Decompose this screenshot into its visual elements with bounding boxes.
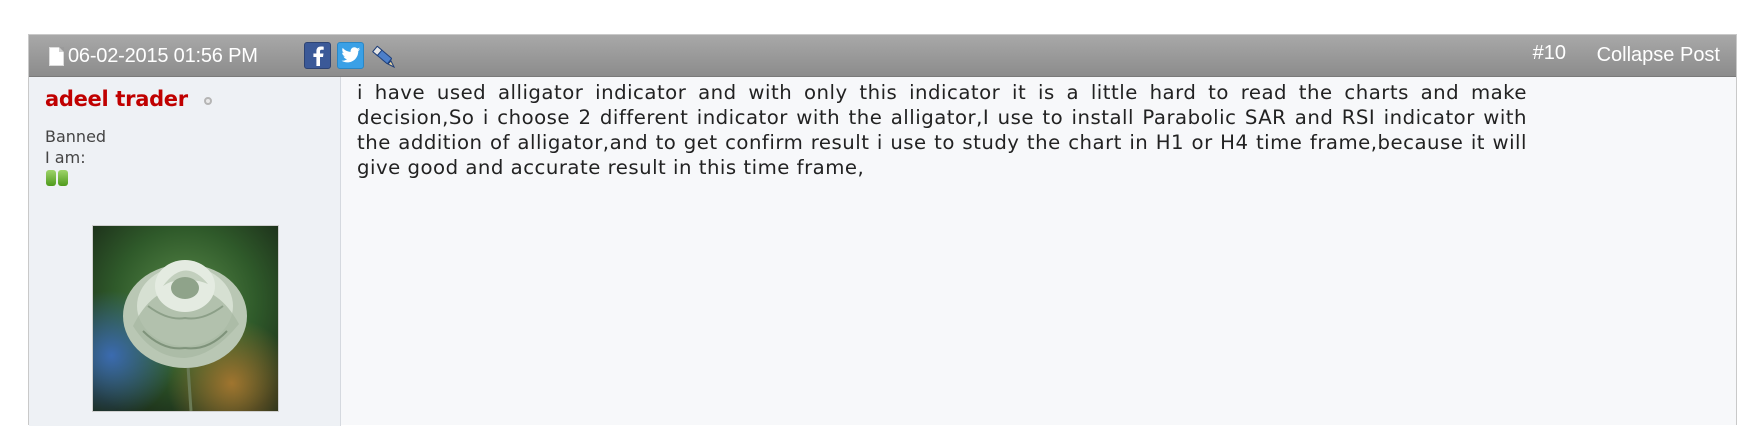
reputation-pip-icon bbox=[58, 170, 68, 186]
post-number-link[interactable]: #10 bbox=[1533, 42, 1566, 65]
user-info-panel: adeel trader Banned I am: bbox=[29, 77, 341, 426]
share-buttons bbox=[304, 42, 397, 69]
pencil-link-icon[interactable] bbox=[370, 42, 397, 69]
twitter-icon[interactable] bbox=[337, 42, 364, 69]
forum-post: 06-02-2015 01:56 PM #10 Collapse Post ad… bbox=[28, 34, 1737, 426]
reputation-bar bbox=[46, 170, 68, 186]
username-link[interactable]: adeel trader bbox=[45, 87, 188, 111]
document-icon bbox=[49, 46, 64, 66]
post-message: i have used alligator indicator and with… bbox=[357, 81, 1527, 179]
post-date: 06-02-2015 01:56 PM bbox=[68, 44, 258, 67]
reputation-pip-icon bbox=[46, 170, 56, 186]
avatar[interactable] bbox=[92, 225, 279, 412]
collapse-post-button[interactable]: Collapse Post bbox=[1597, 44, 1720, 67]
user-title: Banned bbox=[45, 127, 107, 146]
offline-status-icon bbox=[204, 97, 212, 105]
i-am-label: I am: bbox=[45, 148, 86, 167]
post-header: 06-02-2015 01:56 PM #10 Collapse Post bbox=[29, 35, 1736, 77]
facebook-icon[interactable] bbox=[304, 42, 331, 69]
post-date-area: 06-02-2015 01:56 PM bbox=[49, 44, 258, 68]
